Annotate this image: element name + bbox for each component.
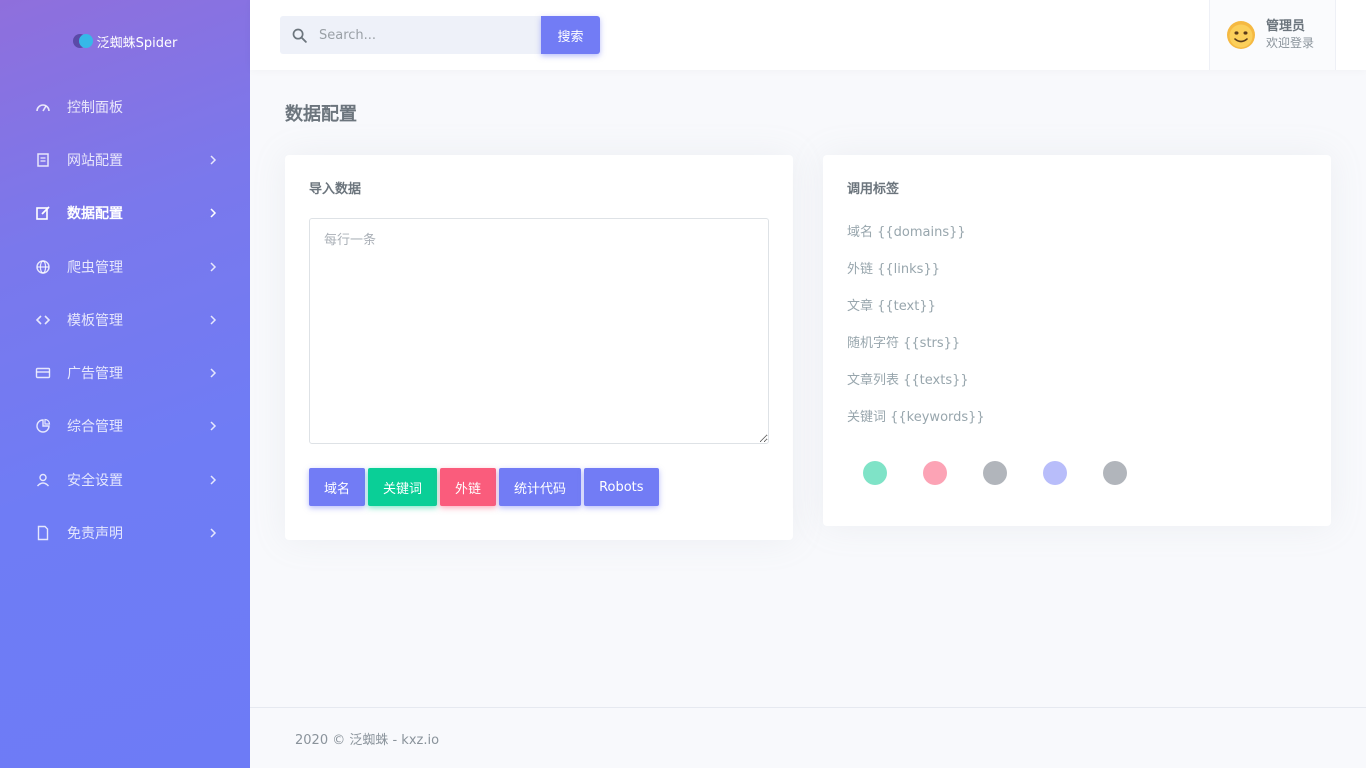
sidebar-item-label: 广告管理 — [67, 366, 123, 383]
chevron-right-icon — [208, 315, 218, 325]
sidebar-item-label: 综合管理 — [67, 419, 123, 436]
import-button-5[interactable]: Robots — [584, 468, 659, 506]
sidebar-item-label: 模板管理 — [67, 312, 123, 329]
sidebar-item-7[interactable]: 综合管理 — [0, 400, 250, 453]
globe-icon — [35, 259, 51, 275]
sidebar-item-4[interactable]: 爬虫管理 — [0, 240, 250, 293]
color-dot-4[interactable] — [1043, 461, 1067, 485]
chevron-right-icon — [208, 368, 218, 378]
sidebar-item-1[interactable]: 控制面板 — [0, 80, 250, 133]
sidebar-item-label: 控制面板 — [67, 99, 123, 116]
tag-item: 外链 {{links}} — [847, 262, 940, 277]
tag-item: 文章列表 {{texts}} — [847, 373, 969, 388]
sidebar-item-9[interactable]: 免责声明 — [0, 506, 250, 559]
edit-icon — [35, 205, 51, 221]
sidebar-item-label: 爬虫管理 — [67, 259, 123, 276]
search-icon — [291, 27, 308, 44]
color-dot-1[interactable] — [863, 461, 887, 485]
import-button-row: 域名 关键词 外链 统计代码 Robots — [309, 468, 659, 506]
tag-item: 关键词 {{keywords}} — [847, 410, 985, 425]
search-button[interactable]: 搜索 — [541, 16, 600, 54]
call-tags-card: 调用标签 域名 {{domains}} 外链 {{links}} 文章 {{text… — [823, 155, 1331, 526]
tag-item: 文章 {{text}} — [847, 299, 936, 314]
chevron-right-icon — [208, 208, 218, 218]
chevron-right-icon — [208, 475, 218, 485]
tag-list: 域名 {{domains}} 外链 {{links}} 文章 {{text}} 随机字… — [847, 224, 985, 446]
sidebar-item-label: 安全设置 — [67, 472, 123, 489]
user-icon — [35, 472, 51, 488]
chevron-right-icon — [208, 155, 218, 165]
color-dot-5[interactable] — [1103, 461, 1127, 485]
import-button-1[interactable]: 域名 — [309, 468, 366, 506]
file-icon — [35, 525, 51, 541]
import-button-4[interactable]: 统计代码 — [499, 468, 582, 506]
chevron-right-icon — [208, 421, 218, 431]
chevron-right-icon — [208, 528, 218, 538]
sidebar-item-label: 免责声明 — [67, 526, 123, 543]
tags-card-title: 调用标签 — [847, 182, 900, 197]
search-form: 搜索 — [280, 16, 600, 54]
import-card-title: 导入数据 — [309, 182, 362, 197]
page-title: 数据配置 — [285, 104, 357, 125]
pie-chart-icon — [35, 418, 51, 434]
card-icon — [35, 365, 51, 381]
user-name: 管理员 — [1266, 19, 1306, 34]
sidebar: 泛蜘蛛Spider 控制面板网站配置数据配置爬虫管理模板管理广告管理综合管理安全… — [0, 0, 250, 768]
sidebar-menu: 控制面板网站配置数据配置爬虫管理模板管理广告管理综合管理安全设置免责声明 — [0, 80, 250, 560]
sidebar-item-5[interactable]: 模板管理 — [0, 293, 250, 346]
document-icon — [35, 152, 51, 168]
user-info: 管理员 欢迎登录 — [1266, 19, 1314, 51]
tag-item: 域名 {{domains}} — [847, 225, 966, 240]
brand-logo[interactable]: 泛蜘蛛Spider — [0, 30, 250, 52]
sidebar-item-2[interactable]: 网站配置 — [0, 133, 250, 186]
import-textarea[interactable] — [309, 218, 769, 444]
search-input[interactable] — [319, 27, 519, 43]
sidebar-item-3[interactable]: 数据配置 — [0, 187, 250, 240]
user-subtitle: 欢迎登录 — [1266, 36, 1315, 50]
gauge-icon — [35, 99, 51, 115]
logo-icon — [72, 34, 93, 48]
sidebar-item-label: 网站配置 — [67, 152, 123, 169]
search-box — [280, 16, 541, 54]
topbar: 搜索 管理员 欢迎登录 — [250, 0, 1366, 70]
sidebar-item-label: 数据配置 — [67, 206, 123, 223]
brand-name: 泛蜘蛛Spider — [96, 35, 178, 51]
tag-item: 随机字符 {{strs}} — [847, 336, 961, 351]
footer-text: 2020 © 泛蜘蛛 - kxz.io — [295, 732, 440, 748]
color-dots — [863, 461, 1127, 485]
import-data-card: 导入数据 域名关键词外链统计代码Robots — [285, 155, 793, 540]
chevron-right-icon — [208, 262, 218, 272]
sidebar-item-6[interactable]: 广告管理 — [0, 346, 250, 399]
user-menu[interactable]: 管理员 欢迎登录 — [1209, 0, 1336, 70]
footer: 2020 © 泛蜘蛛 - kxz.io — [250, 707, 1366, 768]
code-icon — [35, 312, 51, 328]
color-dot-2[interactable] — [923, 461, 947, 485]
color-dot-3[interactable] — [983, 461, 1007, 485]
avatar — [1226, 20, 1256, 50]
import-button-3[interactable]: 外链 — [440, 468, 497, 506]
sidebar-item-8[interactable]: 安全设置 — [0, 453, 250, 506]
import-button-2[interactable]: 关键词 — [368, 468, 438, 506]
